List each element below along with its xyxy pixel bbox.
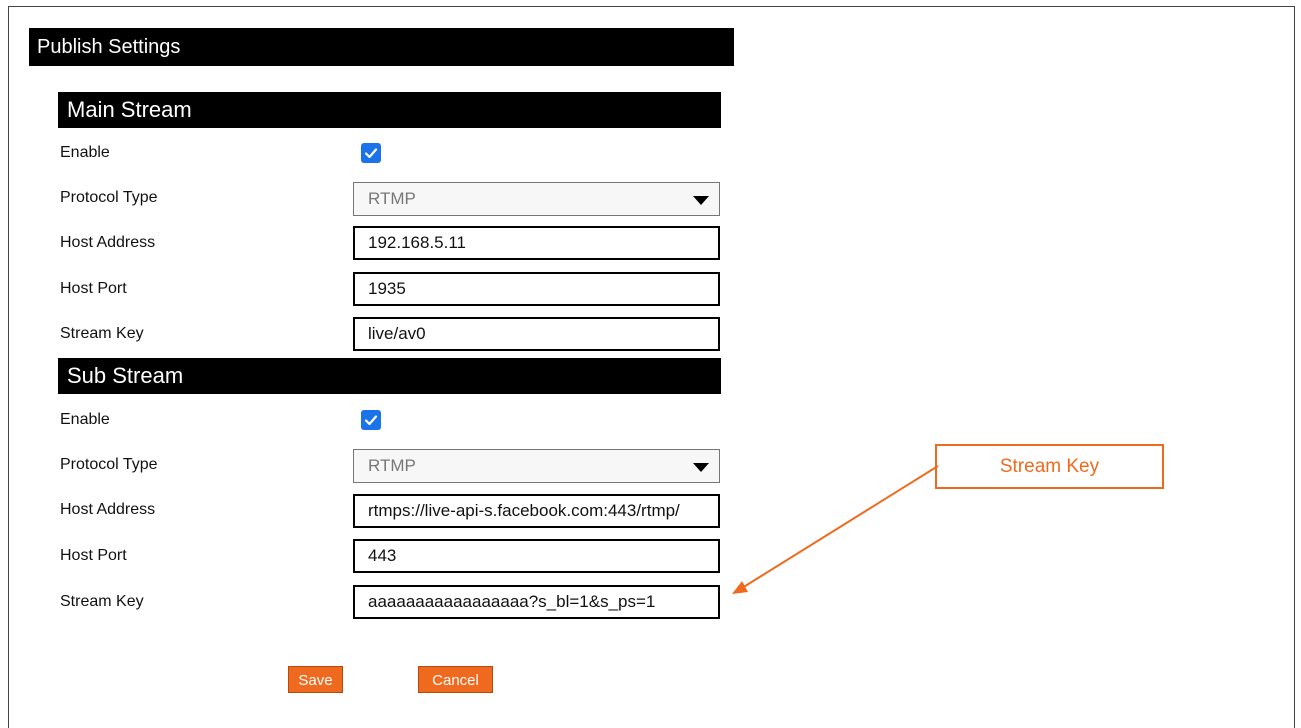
callout-arrow-icon bbox=[732, 465, 939, 594]
